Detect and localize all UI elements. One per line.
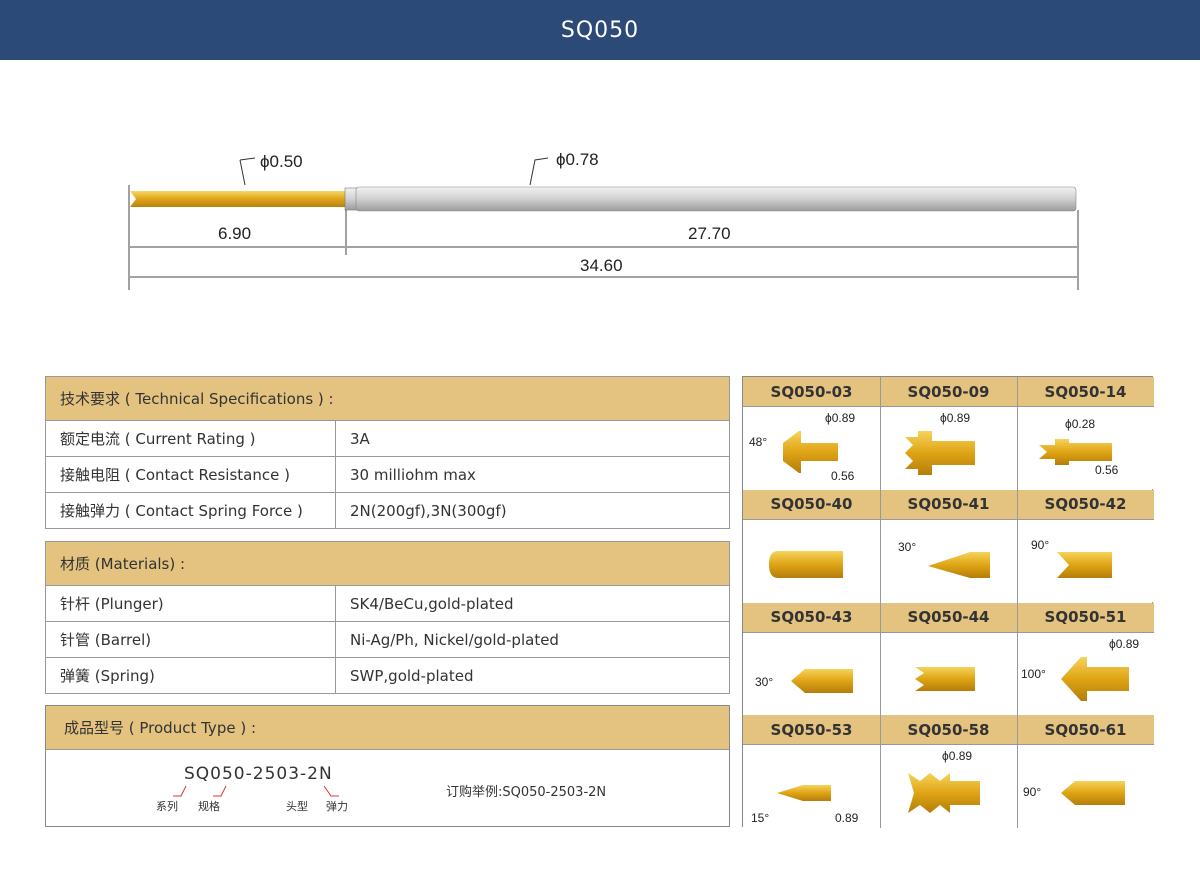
material-key: 针管 (Barrel) — [45, 621, 336, 658]
tip-note: ϕ0.89 — [940, 411, 971, 425]
total-length: 34.60 — [580, 256, 623, 275]
tip-label: SQ050-44 — [880, 602, 1017, 633]
grid-divider — [880, 377, 881, 828]
probe-drawing: ϕ0.50 ϕ0.78 6.90 27.70 34.60 — [0, 60, 1200, 360]
order-example: 订购举例:SQ050-2503-2N — [446, 785, 607, 800]
tip-note: 48° — [749, 435, 768, 449]
material-value: Ni-Ag/Ph, Nickel/gold-plated — [335, 621, 730, 658]
tip-note: 30° — [755, 674, 774, 689]
tech-spec-heading: 技术要求 ( Technical Specifications ) : — [45, 376, 730, 421]
tip-label: SQ050-53 — [743, 715, 880, 746]
page-title: SQ050 — [0, 0, 1200, 60]
code-part-head: 头型 — [286, 800, 308, 813]
tip-label: SQ050-14 — [1017, 377, 1154, 407]
tip-note: ϕ0.89 — [1109, 636, 1140, 651]
tip-cell: SQ050-44 — [880, 602, 1017, 715]
table-row: 针杆 (Plunger) SK4/BeCu,gold-plated — [45, 585, 730, 622]
grid-divider — [1017, 377, 1018, 828]
product-type-heading: 成品型号 ( Product Type ) : — [46, 706, 729, 750]
material-key: 弹簧 (Spring) — [45, 657, 336, 694]
tip-label: SQ050-42 — [1017, 489, 1154, 520]
table-row: 弹簧 (Spring) SWP,gold-plated — [45, 657, 730, 694]
tip-types-grid: SQ050-03 48° ϕ0.89 0.56 SQ050-09 ϕ0.89 SQ050-1… — [742, 376, 1154, 828]
tip-note: 0.56 — [831, 469, 855, 483]
tip-note: 0.56 — [1095, 463, 1119, 477]
tip-drawing: ϕ0.28 0.56 — [1017, 407, 1154, 489]
plunger-length: 6.90 — [218, 224, 252, 243]
tip-label: SQ050-03 — [743, 377, 880, 407]
tip-label: SQ050-51 — [1017, 602, 1154, 633]
code-part-force: 弹力 — [326, 800, 348, 813]
table-row: 接触电阻 ( Contact Resistance ) 30 milliohm … — [45, 456, 730, 493]
tip-note: 90° — [1023, 785, 1042, 800]
tip-note: ϕ0.89 — [825, 411, 856, 425]
tip-cell: SQ050-40 — [743, 489, 880, 602]
tip-label: SQ050-41 — [880, 489, 1017, 520]
tip-cell: SQ050-51 ϕ0.89 100° — [1017, 602, 1154, 715]
spec-value: 30 milliohm max — [335, 456, 730, 493]
table-row: 针管 (Barrel) Ni-Ag/Ph, Nickel/gold-plated — [45, 621, 730, 658]
tip-note: 100° — [1021, 666, 1046, 681]
tip-drawing: ϕ0.89 — [880, 745, 1017, 828]
barrel-shape — [355, 186, 1077, 212]
tip-drawing: ϕ0.89 100° — [1017, 632, 1154, 715]
spec-value: 2N(200gf),3N(300gf) — [335, 492, 730, 529]
tip-label: SQ050-61 — [1017, 715, 1154, 746]
tip-drawing: 15° 0.89 — [743, 745, 880, 828]
barrel-collar — [344, 187, 358, 211]
tip-cell: SQ050-03 48° ϕ0.89 0.56 — [743, 377, 880, 489]
tip-drawing: ϕ0.89 — [880, 407, 1017, 489]
tip-cell: SQ050-41 30° — [880, 489, 1017, 602]
tip-drawing: 30° — [743, 632, 880, 715]
tip-cell: SQ050-42 90° — [1017, 489, 1154, 602]
tip-cell: SQ050-09 ϕ0.89 — [880, 377, 1017, 489]
table-row: 接触弹力 ( Contact Spring Force ) 2N(200gf),… — [45, 492, 730, 529]
tip-label: SQ050-43 — [743, 602, 880, 633]
tip-cell: SQ050-14 ϕ0.28 0.56 — [1017, 377, 1154, 489]
spec-key: 接触弹力 ( Contact Spring Force ) — [45, 492, 336, 529]
tip-label: SQ050-09 — [880, 377, 1017, 407]
code-brackets — [173, 785, 339, 797]
tip-cell: SQ050-43 30° — [743, 602, 880, 715]
tip-note: 90° — [1031, 537, 1050, 552]
tip-drawing: 48° ϕ0.89 0.56 — [743, 407, 880, 489]
tech-spec-table: 技术要求 ( Technical Specifications ) : 额定电流… — [45, 376, 730, 529]
spec-key: 额定电流 ( Current Rating ) — [45, 420, 336, 457]
product-code: SQ050-2503-2N — [184, 764, 333, 784]
code-part-series: 系列 — [156, 800, 178, 813]
plunger-tip — [130, 191, 145, 207]
spec-value: 3A — [335, 420, 730, 457]
tip-note: 15° — [751, 811, 770, 826]
materials-heading: 材质 (Materials) : — [45, 541, 730, 586]
product-type-box: 成品型号 ( Product Type ) : SQ050-2503-2N 系列… — [45, 705, 730, 827]
tip-note: 0.89 — [835, 811, 859, 826]
tip-cell: SQ050-58 ϕ0.89 — [880, 715, 1017, 828]
tip-note: ϕ0.28 — [1065, 417, 1096, 431]
tip-cell: SQ050-53 15° 0.89 — [743, 715, 880, 828]
table-row: 额定电流 ( Current Rating ) 3A — [45, 420, 730, 457]
tip-drawing: 90° — [1017, 745, 1154, 828]
tip-note: ϕ0.89 — [942, 749, 973, 764]
code-part-spec: 规格 — [198, 800, 220, 813]
material-key: 针杆 (Plunger) — [45, 585, 336, 622]
tip-drawing: 90° — [1017, 519, 1154, 602]
tip-cell: SQ050-61 90° — [1017, 715, 1154, 828]
tip-note: 30° — [898, 539, 917, 554]
tip-label: SQ050-58 — [880, 715, 1017, 746]
material-value: SK4/BeCu,gold-plated — [335, 585, 730, 622]
barrel-diameter: ϕ0.78 — [556, 150, 599, 169]
tip-drawing — [743, 519, 880, 602]
material-value: SWP,gold-plated — [335, 657, 730, 694]
tip-drawing — [880, 632, 1017, 715]
tip-label: SQ050-40 — [743, 489, 880, 520]
tip-drawing: 30° — [880, 519, 1017, 602]
barrel-length: 27.70 — [688, 224, 731, 243]
spec-key: 接触电阻 ( Contact Resistance ) — [45, 456, 336, 493]
materials-table: 材质 (Materials) : 针杆 (Plunger) SK4/BeCu,g… — [45, 541, 730, 694]
plunger-shape — [140, 191, 345, 207]
plunger-diameter: ϕ0.50 — [260, 152, 303, 171]
probe-diagram — [128, 157, 1079, 290]
